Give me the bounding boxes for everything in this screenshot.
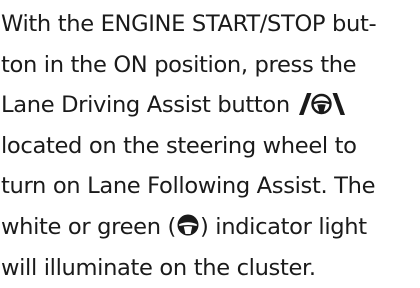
text-line-1: With the ENGINE START/STOP but-: [1, 11, 377, 37]
text-line-2: ton in the ON position, press the: [1, 51, 357, 78]
text-line-6: white or green ( ) indicator light: [1, 207, 419, 248]
instruction-paragraph: With the ENGINE START/STOP but- ton in t…: [1, 4, 419, 288]
text-line-6-start: white or green (: [1, 213, 176, 240]
lane-following-assist-indicator-icon: [176, 213, 200, 237]
text-line-5: turn on Lane Following Assist. The: [1, 173, 376, 200]
text-line-4: located on the steering wheel to: [1, 132, 357, 159]
text-line-3: Lane Driving Assist button: [1, 85, 419, 126]
text-line-6-end: ) indicator light: [199, 213, 367, 240]
text-line-3-start: Lane Driving Assist button: [1, 92, 290, 119]
lane-driving-assist-button-icon: [297, 91, 347, 117]
